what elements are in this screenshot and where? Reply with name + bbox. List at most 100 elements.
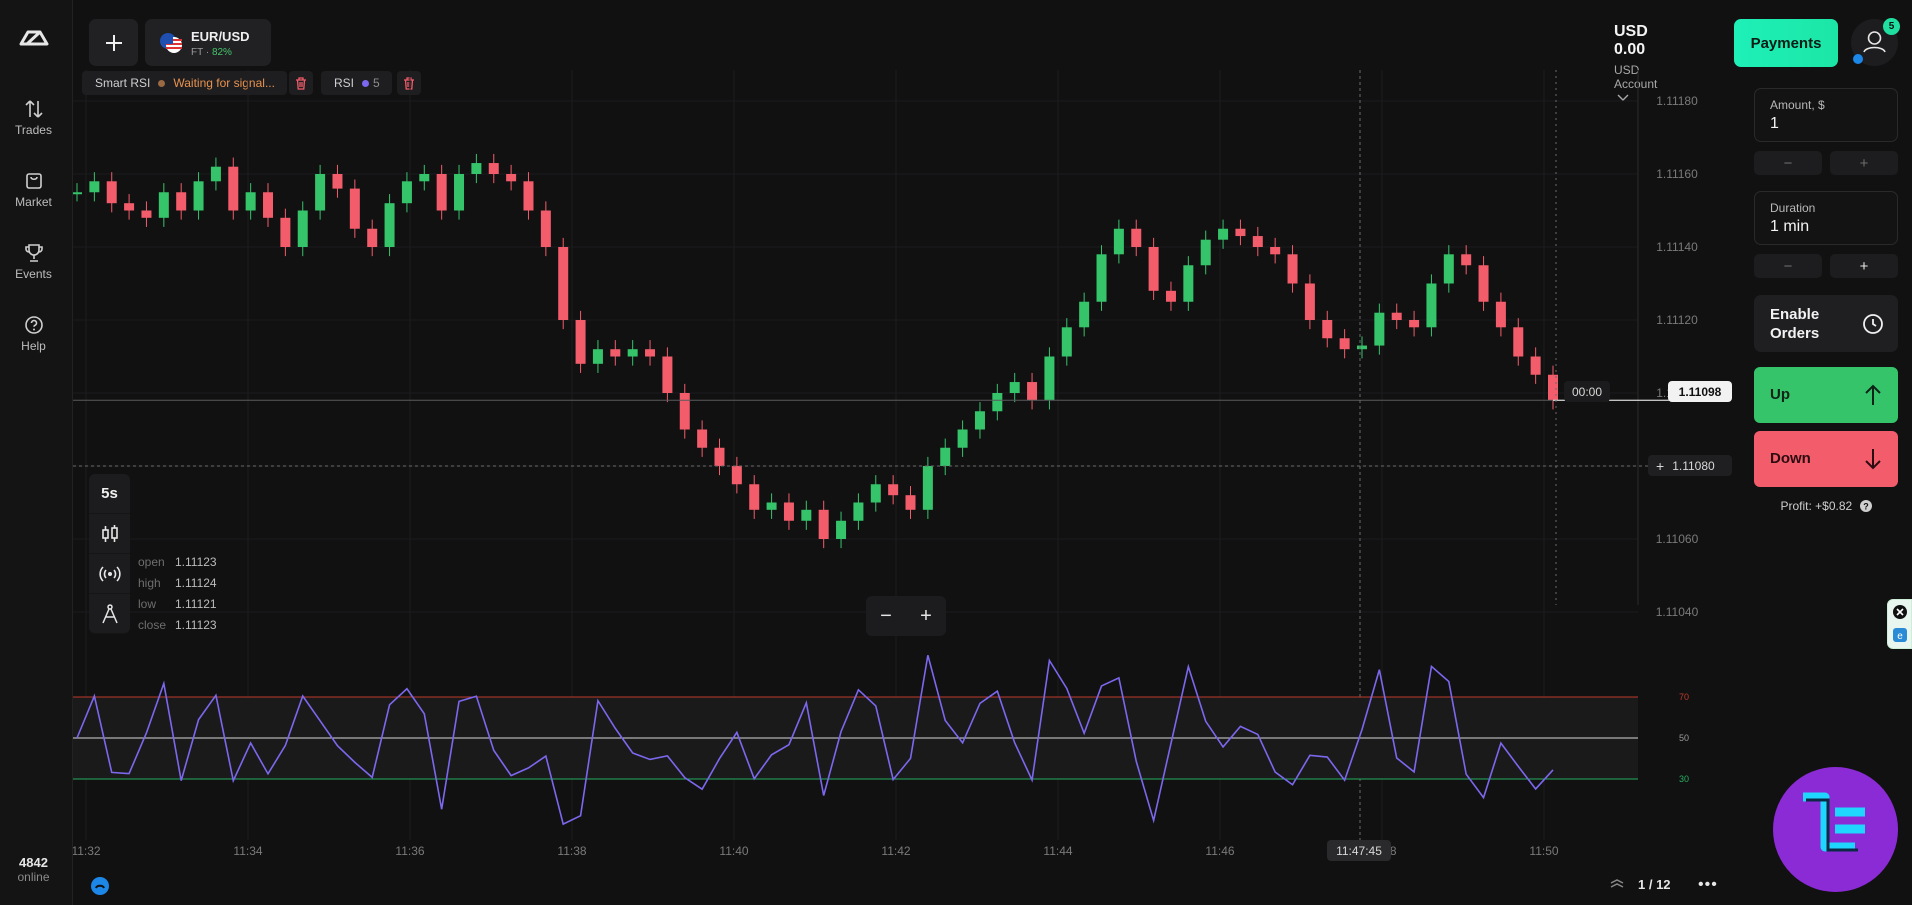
duration-label: Duration: [1770, 201, 1816, 215]
candle-body: [853, 502, 864, 521]
candle-body: [714, 447, 725, 466]
zoom-out-button[interactable]: −: [866, 596, 906, 636]
candle-body: [1287, 254, 1298, 284]
down-button[interactable]: Down: [1754, 431, 1898, 487]
duration-increase-button[interactable]: +: [1830, 254, 1898, 278]
sidebar-item-trades[interactable]: Trades: [0, 98, 67, 137]
candle-body: [905, 495, 916, 510]
candle-body: [1339, 338, 1350, 350]
side-widget[interactable]: e: [1887, 599, 1912, 649]
clock-icon: [1863, 314, 1883, 334]
candle-body: [419, 174, 430, 182]
candle-body: [89, 181, 100, 193]
zoom-in-button[interactable]: +: [906, 596, 946, 636]
candle-body: [870, 484, 881, 503]
amount-increase-button[interactable]: +: [1830, 151, 1898, 175]
payments-button[interactable]: Payments: [1734, 19, 1838, 67]
candle-body: [1165, 290, 1176, 302]
candle-body: [280, 217, 291, 247]
candle-body: [1443, 254, 1454, 284]
candle-body: [1391, 312, 1402, 320]
duration-decrease-button[interactable]: −: [1754, 254, 1822, 278]
timeframe-button[interactable]: 5s: [89, 474, 130, 514]
candle-body: [1096, 254, 1107, 302]
candle-body: [1183, 265, 1194, 302]
sidebar-item-events[interactable]: Events: [0, 242, 67, 281]
price-axis-label: 1.11180: [1656, 94, 1698, 108]
rsi-level-label: 50: [1679, 733, 1689, 743]
candle-body: [228, 166, 239, 211]
history-icon[interactable]: [90, 876, 110, 896]
more-options-button[interactable]: •••: [1698, 876, 1718, 894]
time-axis-label: 11:40: [719, 844, 748, 858]
price-axis-label: 1.11040: [1656, 605, 1699, 619]
candle-body: [488, 163, 499, 174]
candle-body: [367, 228, 378, 247]
add-chart-button[interactable]: [89, 19, 138, 66]
brand-watermark: [1773, 767, 1898, 892]
time-axis-label: 11:42: [881, 844, 910, 858]
add-alert-icon[interactable]: +: [1656, 458, 1664, 474]
candle-body: [1044, 356, 1055, 401]
ohlc-close: 1.11123: [175, 618, 217, 632]
logo-icon[interactable]: [18, 28, 50, 48]
compass-icon: [101, 603, 118, 623]
candle-body: [1426, 283, 1437, 328]
sidebar-item-help[interactable]: Help: [0, 314, 67, 353]
up-label: Up: [1770, 386, 1790, 403]
candle-body: [992, 393, 1003, 412]
time-axis-label: 11:38: [557, 844, 586, 858]
up-button[interactable]: Up: [1754, 367, 1898, 423]
svg-text:?: ?: [1863, 502, 1869, 512]
amount-label: Amount, $: [1770, 98, 1825, 112]
candle-body: [1530, 356, 1541, 375]
price-chart[interactable]: 11:32 11:34 11:36 11:38 11:40 11:42 11:44 11:46…: [73, 70, 1743, 890]
candle-body: [1270, 247, 1281, 255]
time-axis-label: 11:36: [395, 844, 424, 858]
rsi-level-label: 70: [1679, 692, 1689, 702]
candle-body: [1009, 382, 1020, 393]
close-widget-icon[interactable]: e: [1888, 600, 1911, 648]
candle-body: [575, 320, 586, 364]
chart-type-button[interactable]: [89, 514, 130, 554]
tradingfinder-logo-icon: [1803, 792, 1865, 852]
candle-body: [1374, 312, 1385, 346]
candle-body: [697, 429, 708, 448]
signal-icon: [98, 565, 121, 582]
candle-body: [1252, 236, 1263, 247]
candle-body: [592, 349, 603, 364]
sidebar-item-market[interactable]: Market: [0, 170, 67, 209]
amount-stepper: − +: [1754, 151, 1898, 175]
amount-field[interactable]: Amount, $ 1: [1754, 88, 1898, 142]
duration-value[interactable]: 1 min: [1770, 218, 1809, 236]
candle-body: [1079, 301, 1090, 328]
profile-button[interactable]: 5: [1851, 18, 1900, 66]
page-indicator: 1 / 12: [1638, 877, 1671, 892]
candle-body: [1200, 239, 1211, 266]
countdown-tag: 00:00: [1564, 381, 1610, 402]
price-axis-label: 1.11120: [1656, 313, 1698, 327]
arrow-up-icon: [1865, 384, 1881, 405]
arrow-down-icon: [1865, 449, 1881, 470]
indicators-button[interactable]: [89, 554, 130, 594]
bag-icon: [25, 173, 42, 189]
candle-body: [1148, 247, 1159, 291]
candle-body: [297, 210, 308, 247]
crosshair-price-tag[interactable]: +1.11080: [1648, 455, 1732, 476]
layers-icon[interactable]: [1610, 878, 1624, 897]
help-icon[interactable]: ?: [1859, 500, 1872, 512]
candle-body: [1304, 283, 1315, 320]
duration-field[interactable]: Duration 1 min: [1754, 191, 1898, 245]
asset-payout: FT · 82%: [191, 47, 232, 58]
asset-selector[interactable]: EUR/USD FT · 82%: [145, 19, 271, 66]
candle-body: [106, 181, 117, 204]
candle-body: [940, 447, 951, 466]
crosshair-price: 1.11080: [1672, 458, 1715, 473]
amount-value[interactable]: 1: [1770, 115, 1779, 133]
amount-decrease-button[interactable]: −: [1754, 151, 1822, 175]
candle-body: [1461, 254, 1472, 266]
enable-orders-button[interactable]: Enable Orders: [1754, 295, 1898, 352]
price-axis-label: 1.11060: [1656, 532, 1699, 546]
candle-body: [1113, 228, 1124, 255]
drawing-tools-button[interactable]: [89, 594, 130, 634]
